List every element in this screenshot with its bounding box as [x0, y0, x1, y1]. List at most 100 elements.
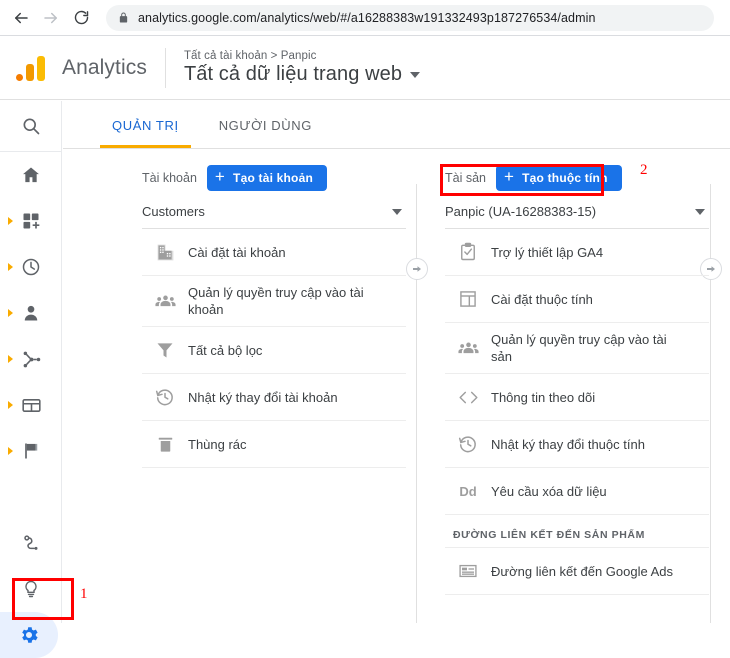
chevron-right-icon	[8, 217, 13, 225]
clipboard-check-icon	[445, 242, 491, 262]
account-selected-value: Customers	[142, 204, 205, 219]
menu-item-property-settings[interactable]: Cài đặt thuộc tính	[445, 276, 709, 323]
forward-button[interactable]	[36, 3, 66, 33]
header-titles: Tất cả tài khoản > Panpic Tất cả dữ liệu…	[183, 50, 421, 86]
column-divider-right	[710, 184, 711, 623]
property-column-header: Tài sản + Tạo thuộc tính	[445, 150, 709, 195]
menu-item-label: Đường liên kết đến Google Ads	[491, 563, 674, 579]
reload-button[interactable]	[66, 3, 96, 33]
account-selector[interactable]: Customers	[142, 195, 406, 229]
analytics-logo[interactable]	[0, 37, 62, 100]
menu-item-property-access-management[interactable]: Quản lý quyền truy cập vào tài sản	[445, 323, 709, 374]
menu-item-google-ads-linking[interactable]: Đường liên kết đến Google Ads	[445, 548, 709, 595]
building-icon	[142, 242, 188, 263]
filter-funnel-icon	[142, 340, 188, 360]
search-icon	[23, 118, 40, 135]
sidebar-item-admin[interactable]	[0, 612, 58, 658]
chevron-right-icon	[8, 401, 13, 409]
header-divider	[164, 48, 166, 88]
sidebar-item-search[interactable]	[0, 101, 62, 151]
people-group-icon	[142, 290, 188, 313]
audience-person-icon	[24, 305, 38, 321]
code-brackets-icon	[445, 388, 491, 407]
history-clock-icon	[445, 434, 491, 454]
sidebar-item-audience[interactable]	[0, 290, 62, 336]
menu-item-data-deletion-requests[interactable]: Dd Yêu cầu xóa dữ liệu	[445, 468, 709, 515]
tab-label: QUẢN TRỊ	[112, 117, 179, 133]
arrow-left-icon	[15, 12, 28, 23]
reload-icon	[74, 10, 88, 25]
dd-text-icon: Dd	[459, 483, 477, 499]
chevron-right-icon	[8, 355, 13, 363]
menu-item-account-settings[interactable]: Cài đặt tài khoản	[142, 229, 406, 276]
property-selected-value: Panpic (UA-16288383-15)	[445, 204, 597, 219]
sidebar-item-customization[interactable]	[0, 198, 62, 244]
scroll-right-button-account[interactable]	[406, 258, 428, 280]
layout-window-icon	[445, 289, 491, 309]
address-bar[interactable]: analytics.google.com/analytics/web/#/a16…	[106, 4, 714, 31]
history-clock-icon	[142, 387, 188, 407]
menu-item-label: Trợ lý thiết lập GA4	[491, 244, 604, 260]
menu-item-trash-can[interactable]: Thùng rác	[142, 421, 406, 468]
view-selector[interactable]: Tất cả dữ liệu trang web	[183, 63, 421, 86]
back-button[interactable]	[6, 3, 36, 33]
lock-icon	[118, 11, 129, 24]
left-nav-rail	[0, 101, 62, 658]
sidebar-item-acquisition[interactable]	[0, 336, 62, 382]
account-label: Tài khoản	[142, 170, 197, 185]
menu-item-label: Thùng rác	[188, 436, 247, 452]
sidebar-item-conversions[interactable]	[0, 428, 62, 474]
menu-item-account-change-history[interactable]: Nhật ký thay đổi tài khoản	[142, 374, 406, 421]
menu-item-label: Tất cả bộ lọc	[188, 342, 263, 358]
annotation-number-2: 2	[640, 162, 648, 178]
acquisition-share-icon	[23, 351, 40, 367]
browser-toolbar: analytics.google.com/analytics/web/#/a16…	[0, 0, 730, 36]
annotation-number-1: 1	[80, 586, 88, 602]
analytics-logo-icon	[16, 55, 46, 81]
trash-icon	[142, 435, 188, 454]
url-text: analytics.google.com/analytics/web/#/a16…	[138, 10, 596, 25]
property-label: Tài sản	[445, 170, 486, 185]
property-selector[interactable]: Panpic (UA-16288383-15)	[445, 195, 709, 229]
create-account-button[interactable]: + Tạo tài khoản	[206, 164, 327, 191]
menu-item-property-change-history[interactable]: Nhật ký thay đổi thuộc tính	[445, 421, 709, 468]
product-links-section-title: ĐƯỜNG LIÊN KẾT ĐẾN SẢN PHẨM	[445, 515, 709, 548]
sidebar-item-behavior[interactable]	[0, 382, 62, 428]
admin-columns: Tài khoản + Tạo tài khoản Customers Cài …	[63, 150, 730, 623]
menu-item-ga4-setup-assistant[interactable]: Trợ lý thiết lập GA4	[445, 229, 709, 276]
create-account-label: Tạo tài khoản	[233, 170, 313, 185]
chevron-right-icon	[8, 309, 13, 317]
chevron-right-icon	[8, 447, 13, 455]
sidebar-item-attribution[interactable]	[0, 520, 62, 566]
customization-icon	[23, 213, 40, 229]
chevron-right-icon	[8, 263, 13, 271]
tab-nguoi-dung[interactable]: NGƯỜI DÙNG	[213, 102, 318, 148]
people-group-icon	[445, 337, 491, 360]
column-divider-left	[416, 184, 417, 623]
chevron-down-icon	[695, 208, 705, 215]
menu-item-tracking-info[interactable]: Thông tin theo dõi	[445, 374, 709, 421]
sidebar-item-realtime[interactable]	[0, 244, 62, 290]
sidebar-item-discover[interactable]	[0, 566, 62, 612]
menu-item-label: Quản lý quyền truy cập vào tài khoản	[188, 285, 364, 317]
arrow-right-circle-icon	[413, 266, 421, 272]
breadcrumb[interactable]: Tất cả tài khoản > Panpic	[184, 50, 420, 62]
tab-label: NGƯỜI DÙNG	[218, 117, 312, 133]
analytics-header: Analytics Tất cả tài khoản > Panpic Tất …	[0, 37, 730, 100]
arrow-right-icon	[44, 12, 57, 23]
tab-quan-tri[interactable]: QUẢN TRỊ	[100, 102, 191, 148]
menu-item-label: Yêu cầu xóa dữ liệu	[491, 483, 607, 499]
menu-item-label: Cài đặt tài khoản	[188, 244, 286, 260]
admin-tabs: QUẢN TRỊ NGƯỜI DÙNG	[63, 101, 730, 149]
page-title: Tất cả dữ liệu trang web	[183, 63, 403, 85]
gear-icon	[22, 627, 38, 643]
attribution-path-icon	[24, 535, 38, 550]
brand-name: Analytics	[62, 56, 147, 79]
menu-item-label: Thông tin theo dõi	[491, 389, 596, 405]
sidebar-item-home[interactable]	[0, 152, 62, 198]
menu-item-label: Nhật ký thay đổi thuộc tính	[491, 436, 645, 452]
menu-item-all-filters[interactable]: Tất cả bộ lọc	[142, 327, 406, 374]
chevron-down-icon	[410, 71, 421, 78]
menu-item-account-access-management[interactable]: Quản lý quyền truy cập vào tài khoản	[142, 276, 406, 327]
create-property-button[interactable]: + Tạo thuộc tính	[496, 164, 622, 191]
